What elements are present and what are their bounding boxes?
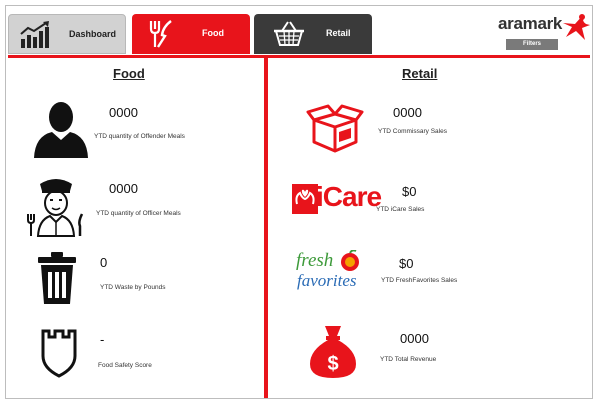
freshfavorites-sales-label: YTD FreshFavorites Sales	[381, 277, 458, 284]
commissary-sales-label: YTD Commissary Sales	[378, 128, 447, 135]
icare-logo-text: iCare	[316, 181, 382, 212]
fruit-icon	[341, 250, 359, 271]
food-safety-label: Food Safety Score	[98, 362, 152, 369]
brand-logo: aramark	[498, 14, 563, 33]
total-revenue-value: 0000	[400, 331, 429, 346]
trash-can-icon	[38, 252, 76, 304]
shield-icon	[41, 329, 77, 378]
favorites-logo-text: favorites	[297, 271, 357, 290]
food-safety-value: -	[100, 332, 105, 347]
icare-sales-value: $0	[402, 184, 417, 199]
box-icon	[306, 104, 364, 153]
tab-retail[interactable]: Retail	[254, 14, 372, 54]
tab-retail-label: Retail	[326, 28, 351, 38]
total-revenue-label: YTD Total Revenue	[380, 356, 437, 363]
freshfavorites-sales-value: $0	[399, 256, 414, 271]
money-bag-icon: $	[310, 326, 356, 378]
retail-section-title: Retail	[402, 66, 438, 81]
svg-text:$: $	[327, 353, 338, 375]
icare-hands-icon	[292, 184, 318, 214]
basket-icon	[274, 21, 304, 46]
waste-value: 0	[100, 255, 108, 270]
section-divider	[264, 58, 268, 398]
aramark-star-icon	[563, 14, 590, 40]
filters-button[interactable]: Filters	[506, 39, 558, 50]
icare-logo: iCare	[292, 180, 382, 220]
fresh-favorites-logo: fresh favorites	[296, 250, 368, 294]
tab-food-label: Food	[202, 28, 224, 38]
officer-meals-label: YTD quantity of Officer Meals	[96, 210, 181, 217]
bar-chart-icon	[20, 21, 49, 48]
waste-label: YTD Waste by Pounds	[100, 284, 166, 291]
fork-knife-icon	[149, 20, 172, 48]
tab-food[interactable]: Food	[132, 14, 250, 54]
officer-meals-value: 0000	[109, 181, 138, 196]
officer-icon	[27, 179, 84, 237]
commissary-sales-value: 0000	[393, 105, 422, 120]
icare-sales-label: YTD iCare Sales	[376, 206, 425, 213]
fresh-logo-text: fresh	[296, 250, 334, 271]
person-silhouette-icon	[34, 102, 88, 158]
offender-meals-value: 0000	[109, 105, 138, 120]
offender-meals-label: YTD quantity of Offender Meals	[94, 133, 185, 140]
tab-dashboard-label: Dashboard	[69, 29, 117, 39]
tab-underline	[8, 55, 590, 58]
tab-dashboard[interactable]: Dashboard	[8, 14, 126, 54]
food-section-title: Food	[113, 66, 145, 81]
